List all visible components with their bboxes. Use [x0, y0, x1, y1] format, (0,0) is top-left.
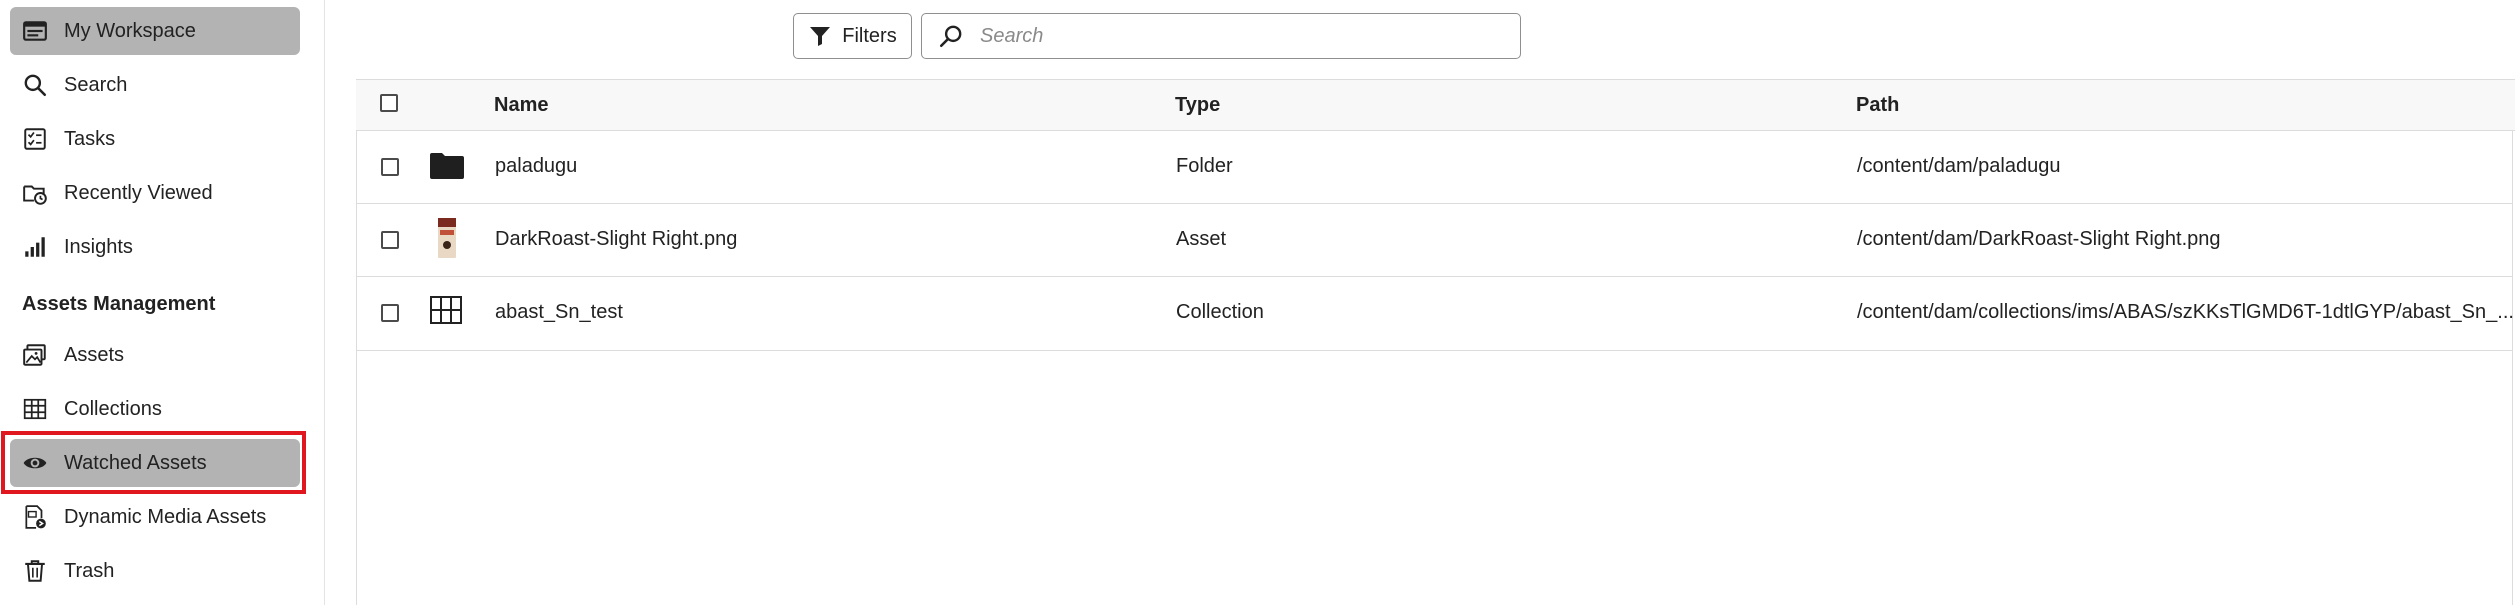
column-header-type[interactable]: Type — [1175, 94, 1220, 117]
row-type: Folder — [1176, 155, 1233, 177]
sidebar-item-dynamic-media-assets[interactable]: Dynamic Media Assets — [10, 493, 300, 541]
sidebar-item-label: Assets — [64, 343, 125, 366]
row-path: /content/dam/DarkRoast-Slight Right.png — [1857, 228, 2221, 250]
search-icon — [20, 70, 50, 100]
sidebar-item-recently-viewed[interactable]: Recently Viewed — [10, 169, 300, 217]
search-icon — [939, 25, 962, 48]
row-name[interactable]: paladugu — [495, 155, 577, 178]
sidebar-item-label: Insights — [64, 235, 133, 258]
recently-viewed-icon — [20, 178, 50, 208]
sidebar-item-assets[interactable]: Assets — [10, 331, 300, 379]
table-body: paladugu Folder /content/dam/paladugu Da… — [356, 131, 2514, 351]
column-header-path[interactable]: Path — [1856, 94, 1899, 117]
sidebar-item-insights[interactable]: Insights — [10, 223, 300, 271]
sidebar-item-label: Tasks — [64, 127, 116, 150]
row-checkbox[interactable] — [381, 304, 399, 322]
column-header-name[interactable]: Name — [494, 94, 548, 117]
image-thumbnail — [437, 218, 457, 263]
table-row[interactable]: paladugu Folder /content/dam/paladugu — [357, 131, 2512, 204]
sidebar-item-label: Dynamic Media Assets — [64, 505, 267, 528]
sidebar-item-trash[interactable]: Trash — [10, 547, 300, 595]
sidebar-item-label: Collections — [64, 397, 162, 420]
row-name[interactable]: DarkRoast-Slight Right.png — [495, 228, 737, 251]
filters-button[interactable]: Filters — [793, 13, 912, 59]
dynamic-media-icon — [20, 502, 50, 532]
row-name[interactable]: abast_Sn_test — [495, 301, 623, 324]
search-field[interactable] — [921, 13, 1521, 59]
sidebar-item-tasks[interactable]: Tasks — [10, 115, 300, 163]
row-path: /content/dam/collections/ims/ABAS/szKKsT… — [1857, 301, 2514, 323]
row-checkbox[interactable] — [381, 231, 399, 249]
sidebar-item-label: Search — [64, 73, 128, 96]
tasks-icon — [20, 124, 50, 154]
highlight-annotation — [1, 431, 306, 494]
trash-icon — [20, 556, 50, 586]
sidebar-item-label: Recently Viewed — [64, 181, 213, 204]
sidebar-item-collections[interactable]: Collections — [10, 385, 300, 433]
folder-icon — [430, 151, 464, 184]
table-empty-area — [356, 351, 2513, 605]
assets-icon — [20, 340, 50, 370]
search-input[interactable] — [978, 23, 1502, 49]
table-header: Name Type Path — [356, 79, 2515, 131]
sidebar-item-label: My Workspace — [64, 19, 196, 42]
select-all-checkbox[interactable] — [380, 94, 398, 112]
sidebar-item-search[interactable]: Search — [10, 61, 300, 109]
sidebar-item-my-workspace[interactable]: My Workspace — [10, 7, 300, 55]
sidebar-item-label: Trash — [64, 559, 115, 582]
filter-icon — [810, 27, 831, 46]
table-row[interactable]: DarkRoast-Slight Right.png Asset /conten… — [357, 204, 2512, 277]
row-path: /content/dam/paladugu — [1857, 155, 2061, 177]
table-row[interactable]: abast_Sn_test Collection /content/dam/co… — [357, 277, 2514, 350]
row-type: Asset — [1176, 228, 1227, 250]
insights-icon — [20, 232, 50, 262]
sidebar: My Workspace Search Tasks Recently Viewe… — [0, 0, 325, 605]
row-checkbox[interactable] — [381, 158, 399, 176]
workspace-icon — [20, 16, 50, 46]
collection-grid-icon — [430, 296, 462, 329]
filters-label: Filters — [842, 24, 897, 47]
collections-icon — [20, 394, 50, 424]
section-title-assets-management: Assets Management — [22, 293, 216, 315]
row-type: Collection — [1176, 301, 1264, 323]
